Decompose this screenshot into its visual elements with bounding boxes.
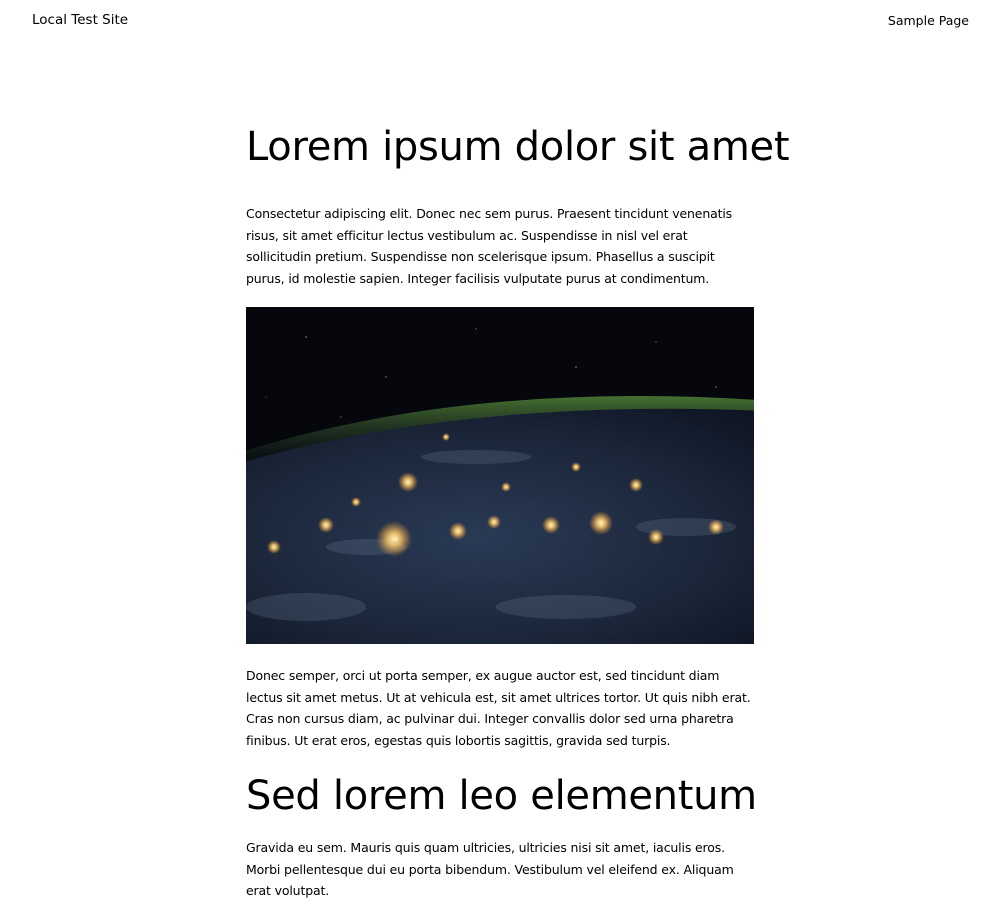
site-header: Local Test Site Sample Page [0, 0, 1000, 40]
nav-link-sample-page[interactable]: Sample Page [888, 13, 969, 28]
site-title-link[interactable]: Local Test Site [32, 12, 128, 28]
post-paragraph-2: Donec semper, orci ut porta semper, ex a… [246, 668, 751, 748]
post-paragraph-1: Consectetur adipiscing elit. Donec nec s… [246, 206, 733, 286]
section-heading: Sed lorem leo elementum [246, 773, 757, 819]
post-paragraph-3: Gravida eu sem. Mauris quis quam ultrici… [246, 840, 734, 898]
earth-at-night-image [246, 307, 754, 644]
post-title: Lorem ipsum dolor sit amet [246, 124, 790, 170]
